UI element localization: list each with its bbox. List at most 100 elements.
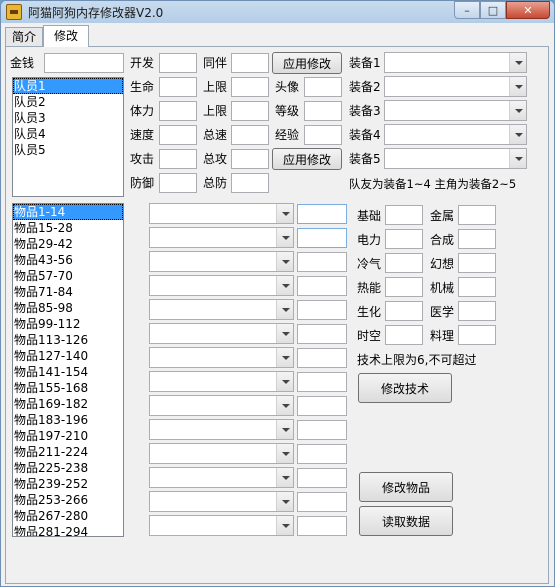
item-select[interactable]: [149, 323, 294, 344]
maximize-button[interactable]: □: [480, 1, 506, 19]
tech-input[interactable]: [385, 253, 423, 273]
tab-modify[interactable]: 修改: [43, 25, 90, 47]
chevron-down-icon[interactable]: [276, 324, 293, 343]
item-qty-input[interactable]: [297, 468, 347, 488]
list-item[interactable]: 物品155-168: [13, 380, 123, 396]
exp-input[interactable]: [304, 125, 342, 145]
list-item[interactable]: 物品43-56: [13, 252, 123, 268]
item-select[interactable]: [149, 395, 294, 416]
item-select[interactable]: [149, 419, 294, 440]
equip-select[interactable]: [384, 76, 527, 97]
list-item[interactable]: 物品127-140: [13, 348, 123, 364]
chevron-down-icon[interactable]: [276, 420, 293, 439]
list-item[interactable]: 物品85-98: [13, 300, 123, 316]
list-item[interactable]: 物品253-266: [13, 492, 123, 508]
chevron-down-icon[interactable]: [276, 348, 293, 367]
stat-input[interactable]: [159, 77, 197, 97]
apply-button-2[interactable]: 应用修改: [272, 148, 342, 170]
item-qty-input[interactable]: [297, 300, 347, 320]
tab-intro[interactable]: 简介: [5, 27, 44, 47]
list-item[interactable]: 物品1-14: [13, 204, 123, 220]
stat-input[interactable]: [231, 53, 269, 73]
chevron-down-icon[interactable]: [276, 516, 293, 535]
tech-input[interactable]: [385, 205, 423, 225]
modify-items-button[interactable]: 修改物品: [359, 472, 453, 502]
item-select[interactable]: [149, 371, 294, 392]
level-input[interactable]: [304, 101, 342, 121]
tech-input[interactable]: [458, 325, 496, 345]
chevron-down-icon[interactable]: [276, 468, 293, 487]
members-list[interactable]: 队员1 队员2 队员3 队员4 队员5: [12, 77, 124, 197]
money-input[interactable]: [44, 53, 124, 73]
item-select[interactable]: [149, 299, 294, 320]
item-qty-input[interactable]: [297, 396, 347, 416]
equip-select[interactable]: [384, 52, 527, 73]
tech-input[interactable]: [458, 229, 496, 249]
list-item[interactable]: 物品141-154: [13, 364, 123, 380]
minimize-button[interactable]: –: [454, 1, 480, 19]
item-qty-input[interactable]: [297, 492, 347, 512]
equip-select[interactable]: [384, 100, 527, 121]
chevron-down-icon[interactable]: [276, 372, 293, 391]
list-item[interactable]: 物品99-112: [13, 316, 123, 332]
close-button[interactable]: ✕: [506, 1, 550, 19]
avatar-input[interactable]: [304, 77, 342, 97]
tech-input[interactable]: [385, 325, 423, 345]
item-select[interactable]: [149, 491, 294, 512]
chevron-down-icon[interactable]: [509, 101, 526, 120]
item-qty-input[interactable]: [297, 276, 347, 296]
chevron-down-icon[interactable]: [509, 77, 526, 96]
list-item[interactable]: 物品281-294: [13, 524, 123, 536]
list-item[interactable]: 队员1: [13, 78, 123, 94]
list-item[interactable]: 物品225-238: [13, 460, 123, 476]
item-qty-input[interactable]: [297, 420, 347, 440]
tech-input[interactable]: [458, 301, 496, 321]
list-item[interactable]: 物品29-42: [13, 236, 123, 252]
apply-button-1[interactable]: 应用修改: [272, 52, 342, 74]
item-qty-input[interactable]: [297, 444, 347, 464]
item-qty-input[interactable]: [297, 252, 347, 272]
title-bar[interactable]: 阿猫阿狗内存修改器V2.0 – □ ✕: [1, 1, 554, 23]
stat-input[interactable]: [159, 53, 197, 73]
equip-select[interactable]: [384, 124, 527, 145]
stat-input[interactable]: [231, 77, 269, 97]
list-item[interactable]: 队员2: [13, 94, 123, 110]
list-item[interactable]: 物品197-210: [13, 428, 123, 444]
list-item[interactable]: 物品15-28: [13, 220, 123, 236]
modify-tech-button[interactable]: 修改技术: [358, 373, 452, 403]
stat-input[interactable]: [231, 149, 269, 169]
item-select[interactable]: [149, 227, 294, 248]
item-qty-input[interactable]: [297, 204, 347, 224]
item-qty-input[interactable]: [297, 324, 347, 344]
list-item[interactable]: 物品57-70: [13, 268, 123, 284]
chevron-down-icon[interactable]: [276, 444, 293, 463]
stat-input[interactable]: [159, 173, 197, 193]
item-select[interactable]: [149, 347, 294, 368]
list-item[interactable]: 物品267-280: [13, 508, 123, 524]
chevron-down-icon[interactable]: [509, 149, 526, 168]
stat-input[interactable]: [231, 101, 269, 121]
chevron-down-icon[interactable]: [276, 228, 293, 247]
list-item[interactable]: 物品183-196: [13, 412, 123, 428]
item-qty-input[interactable]: [297, 348, 347, 368]
list-item[interactable]: 物品169-182: [13, 396, 123, 412]
list-item[interactable]: 队员5: [13, 142, 123, 158]
chevron-down-icon[interactable]: [509, 125, 526, 144]
tech-input[interactable]: [458, 205, 496, 225]
item-select[interactable]: [149, 467, 294, 488]
item-select[interactable]: [149, 515, 294, 536]
list-item[interactable]: 物品113-126: [13, 332, 123, 348]
stat-input[interactable]: [231, 173, 269, 193]
chevron-down-icon[interactable]: [276, 492, 293, 511]
chevron-down-icon[interactable]: [276, 276, 293, 295]
tech-input[interactable]: [385, 229, 423, 249]
tech-input[interactable]: [458, 253, 496, 273]
tech-input[interactable]: [385, 277, 423, 297]
item-select[interactable]: [149, 275, 294, 296]
chevron-down-icon[interactable]: [276, 300, 293, 319]
list-item[interactable]: 队员3: [13, 110, 123, 126]
item-qty-input[interactable]: [297, 228, 347, 248]
list-item[interactable]: 物品71-84: [13, 284, 123, 300]
chevron-down-icon[interactable]: [276, 204, 293, 223]
tech-input[interactable]: [458, 277, 496, 297]
